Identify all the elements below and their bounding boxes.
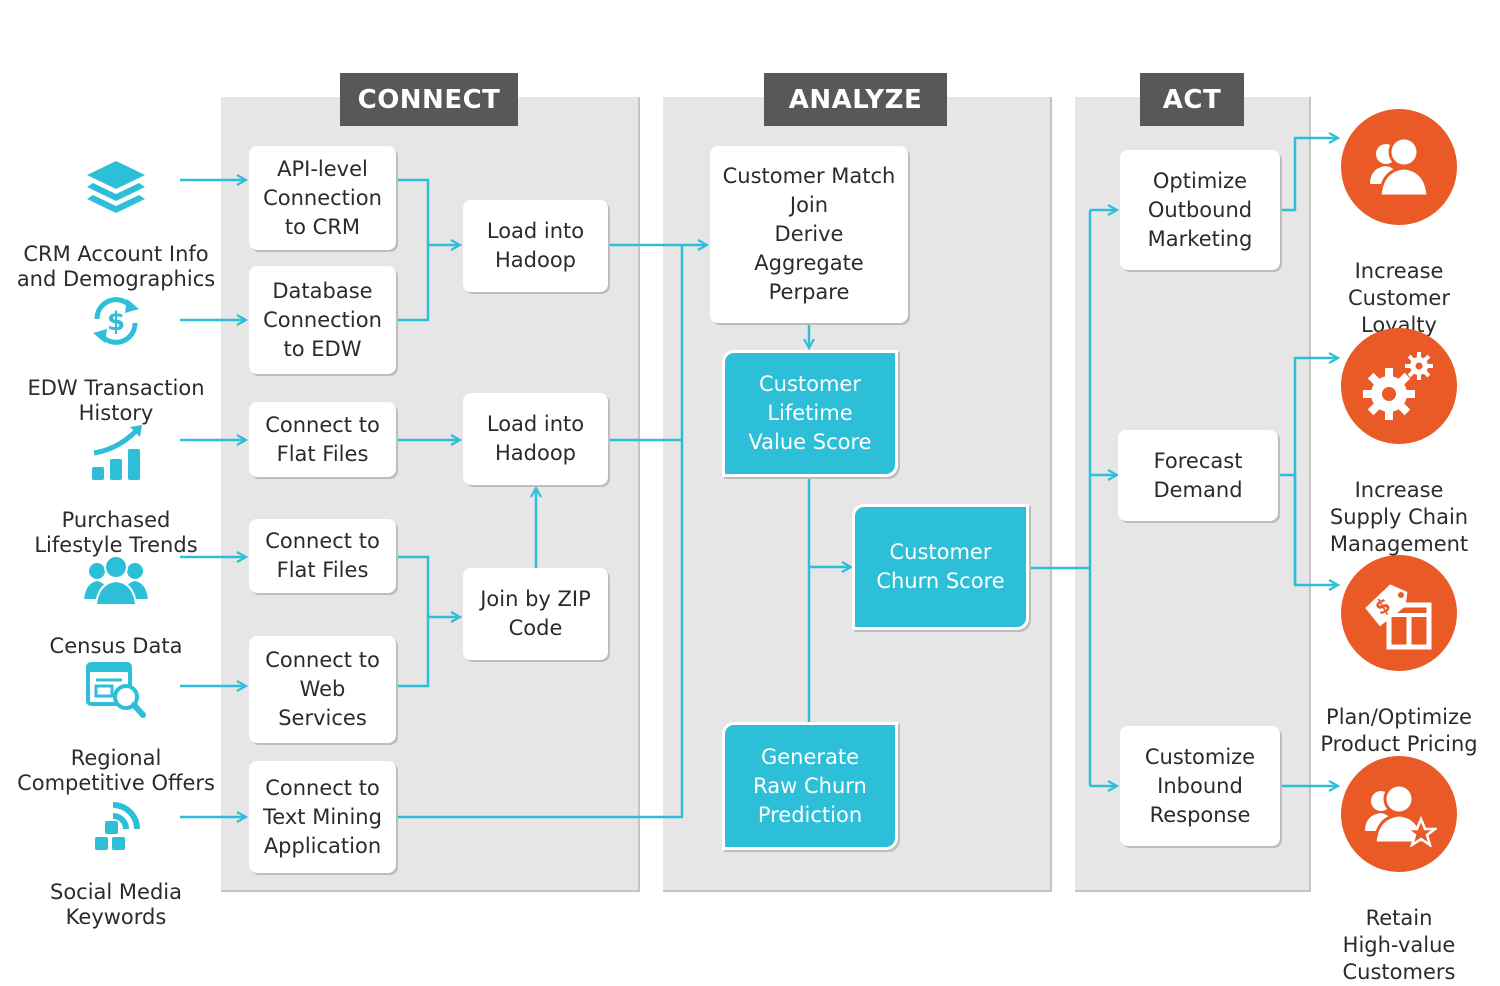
outcome-circle [1341, 328, 1457, 444]
step-customize-inbound-response[interactable]: Customize Inbound Response [1120, 726, 1280, 846]
outcome-circle [1341, 109, 1457, 225]
step-load-hadoop-1[interactable]: Load into Hadoop [463, 200, 608, 292]
browser-search-icon [86, 662, 146, 718]
step-api-connection-crm[interactable]: API-level Connection to CRM [249, 146, 396, 250]
step-forecast-demand[interactable]: Forecast Demand [1118, 430, 1278, 521]
outcome-product-pricing: $ Plan/Optimize Product Pricing [1309, 528, 1489, 758]
outcome-circle: $ [1341, 555, 1457, 671]
source-label: Social Media Keywords [49, 880, 182, 929]
people-group-icon [84, 555, 148, 606]
growth-chart-icon [92, 425, 142, 480]
dollar-refresh-icon: $ [93, 297, 139, 345]
source-social: Social Media Keywords [1, 770, 231, 930]
phase-connect-header: CONNECT [340, 73, 518, 126]
step-customer-lifetime-value[interactable]: Customer Lifetime Value Score [722, 350, 898, 477]
step-raw-churn-prediction[interactable]: Generate Raw Churn Prediction [722, 722, 898, 850]
step-customer-churn-score[interactable]: Customer Churn Score [852, 504, 1029, 630]
social-feed-icon [95, 802, 140, 850]
outcome-circle [1341, 756, 1457, 872]
step-database-connection-edw[interactable]: Database Connection to EDW [249, 266, 396, 374]
phase-act-header: ACT [1140, 73, 1244, 126]
step-connect-web-services[interactable]: Connect to Web Services [249, 636, 396, 743]
step-join-zip-code[interactable]: Join by ZIP Code [463, 568, 608, 660]
customers-icon [1370, 136, 1430, 198]
outcome-label: Retain High-value Customers [1342, 906, 1456, 984]
step-connect-text-mining[interactable]: Connect to Text Mining Application [249, 761, 396, 873]
svg-text:$: $ [107, 307, 125, 337]
price-tag-icon: $ [1365, 584, 1432, 650]
step-load-hadoop-2[interactable]: Load into Hadoop [463, 393, 608, 485]
step-optimize-outbound-marketing[interactable]: Optimize Outbound Marketing [1120, 150, 1280, 270]
layers-icon [87, 161, 145, 213]
outcome-retain-customers: Retain High-value Customers [1309, 729, 1489, 986]
step-customer-match-prepare[interactable]: Customer Match Join Derive Aggregate Per… [710, 146, 908, 323]
phase-analyze-header: ANALYZE [764, 73, 947, 126]
customers-star-icon [1365, 783, 1437, 847]
outcome-supply-chain: Increase Supply Chain Management [1309, 301, 1489, 558]
step-connect-flat-files-1[interactable]: Connect to Flat Files [249, 402, 396, 477]
gears-icon [1363, 352, 1433, 420]
step-connect-flat-files-2[interactable]: Connect to Flat Files [249, 519, 396, 593]
